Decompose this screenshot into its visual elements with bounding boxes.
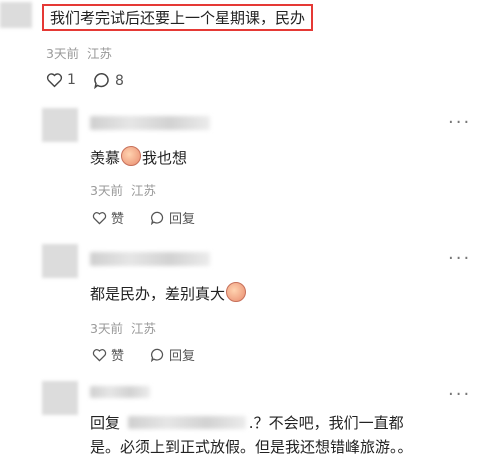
reply-text-line1: 回复 .？不会吧，我们一直都 bbox=[90, 414, 404, 432]
username[interactable] bbox=[90, 116, 210, 130]
reply-meta: 3天前 江苏 bbox=[90, 318, 156, 337]
reply-text: 羡慕 我也想 bbox=[90, 146, 187, 168]
avatar[interactable] bbox=[0, 2, 32, 28]
like-count: 1 bbox=[67, 72, 76, 88]
comment-time: 3天前 bbox=[46, 46, 79, 61]
comment-icon bbox=[150, 348, 164, 362]
reply-text: 都是民办，差别真大 bbox=[90, 282, 247, 304]
reply-location: 江苏 bbox=[130, 321, 156, 336]
heart-icon bbox=[92, 211, 107, 225]
reply-button[interactable]: 回复 bbox=[150, 345, 195, 364]
more-options-icon[interactable]: ··· bbox=[448, 112, 471, 133]
like-button[interactable]: 赞 bbox=[92, 345, 124, 364]
avatar[interactable] bbox=[42, 244, 78, 278]
reply-time: 3天前 bbox=[90, 183, 123, 198]
comment-location: 江苏 bbox=[86, 46, 112, 61]
like-button[interactable]: 赞 bbox=[92, 208, 124, 227]
comment-meta: 3天前 江苏 bbox=[46, 43, 112, 62]
reply-button[interactable]: 回复 bbox=[150, 208, 195, 227]
avatar[interactable] bbox=[42, 108, 78, 142]
username[interactable] bbox=[90, 252, 210, 266]
more-options-icon[interactable]: ··· bbox=[448, 248, 471, 269]
heart-icon bbox=[46, 73, 63, 88]
like-button[interactable]: 1 bbox=[46, 72, 76, 88]
reply-location: 江苏 bbox=[130, 183, 156, 198]
heart-icon bbox=[92, 348, 107, 362]
reply-meta: 3天前 江苏 bbox=[90, 180, 156, 199]
avatar[interactable] bbox=[42, 381, 78, 415]
crying-emoji-icon bbox=[121, 146, 142, 166]
comment-icon bbox=[94, 72, 109, 89]
reply-button[interactable]: 8 bbox=[93, 72, 124, 89]
comment-icon bbox=[150, 211, 164, 225]
username[interactable] bbox=[90, 386, 150, 398]
reply-text-line2: 是。必须上到正式放假。但是我还想错峰旅游。。 bbox=[90, 438, 413, 456]
more-options-icon[interactable]: ··· bbox=[448, 384, 471, 405]
highlighted-comment-text: 我们考完试后还要上一个星期课，民办 bbox=[42, 4, 314, 31]
crying-emoji-icon bbox=[226, 282, 247, 302]
mentioned-username[interactable] bbox=[127, 416, 246, 429]
reply-count: 8 bbox=[115, 72, 124, 89]
reply-time: 3天前 bbox=[90, 321, 123, 336]
